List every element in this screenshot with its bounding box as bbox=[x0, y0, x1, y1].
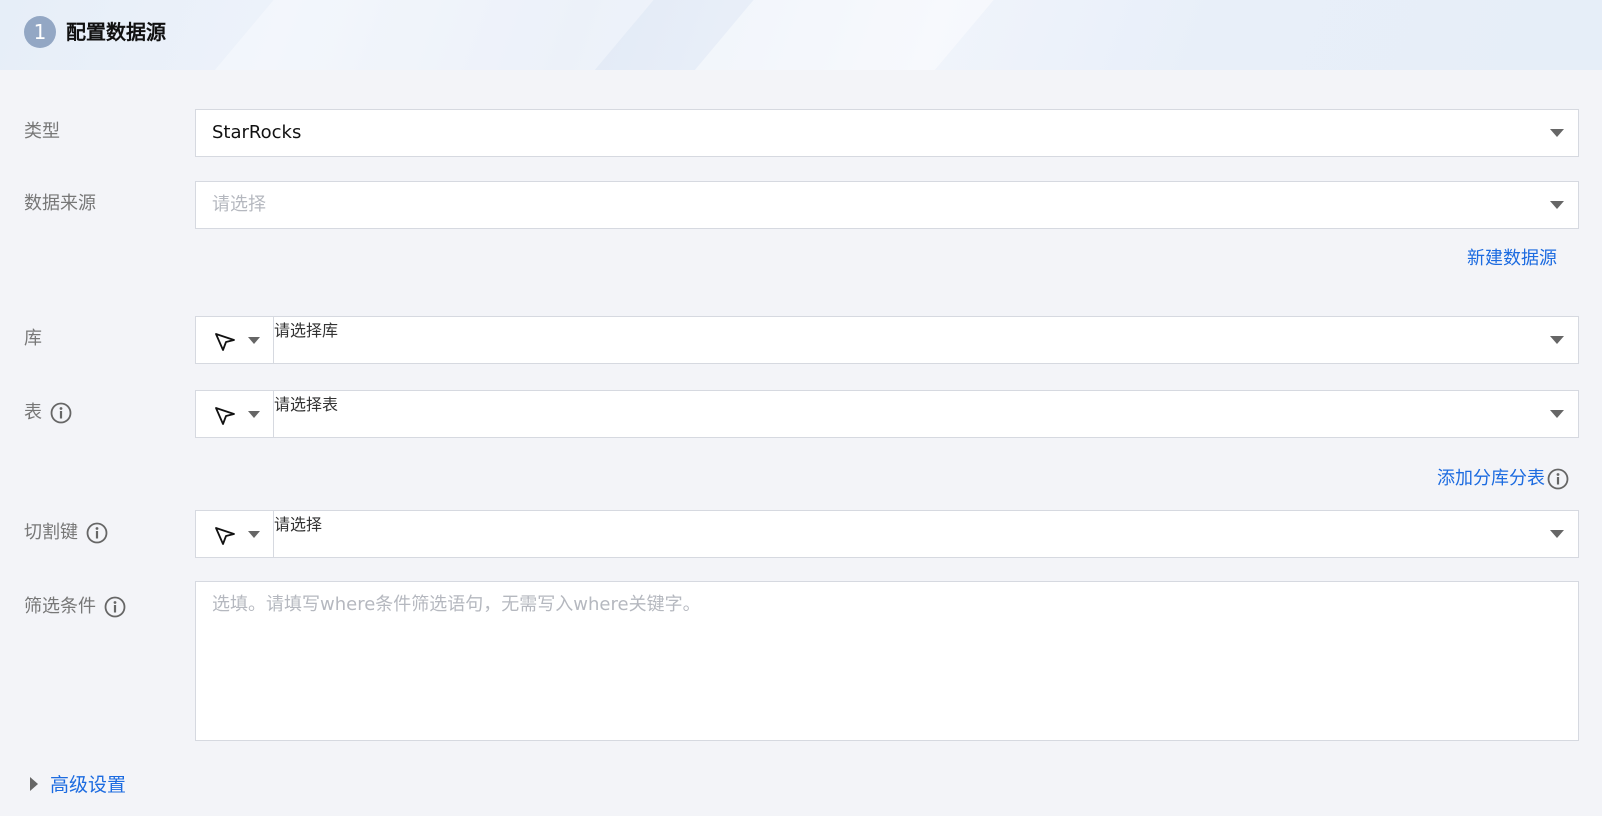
section-header: 1 配置数据源 bbox=[0, 0, 1602, 70]
table-label-text: 表 bbox=[24, 402, 42, 423]
step-number-badge: 1 bbox=[24, 16, 56, 48]
table-select[interactable]: 请选择表 bbox=[273, 390, 1579, 438]
cursor-arrow-icon bbox=[215, 333, 235, 351]
table-placeholder: 请选择表 bbox=[274, 395, 339, 414]
filter-label-text: 筛选条件 bbox=[24, 596, 96, 617]
split-key-label-text: 切割键 bbox=[24, 522, 78, 543]
datasource-placeholder: 请选择 bbox=[212, 194, 266, 215]
header-decoration bbox=[172, 0, 688, 70]
info-icon[interactable] bbox=[86, 522, 108, 544]
datasource-label-text: 数据来源 bbox=[24, 193, 96, 214]
type-select[interactable]: StarRocks bbox=[195, 109, 1579, 157]
chevron-down-icon bbox=[1550, 201, 1564, 209]
split-key-mode-select[interactable] bbox=[195, 510, 274, 558]
header-decoration bbox=[652, 0, 1028, 70]
split-key-label: 切割键 bbox=[24, 520, 108, 546]
datasource-label: 数据来源 bbox=[24, 191, 96, 217]
chevron-down-icon bbox=[248, 411, 260, 418]
chevron-right-icon bbox=[30, 776, 38, 791]
type-select-value: StarRocks bbox=[212, 122, 302, 143]
chevron-down-icon bbox=[1550, 410, 1564, 418]
info-icon[interactable] bbox=[1547, 468, 1569, 490]
add-sharding-link-text: 添加分库分表 bbox=[1437, 468, 1545, 489]
info-icon[interactable] bbox=[104, 596, 126, 618]
chevron-down-icon bbox=[1550, 336, 1564, 344]
filter-textarea[interactable]: 选填。请填写where条件筛选语句，无需写入where关键字。 bbox=[195, 581, 1579, 741]
database-placeholder: 请选择库 bbox=[274, 321, 339, 340]
chevron-down-icon bbox=[1550, 129, 1564, 137]
type-label: 类型 bbox=[24, 119, 60, 145]
add-sharding-link[interactable]: 添加分库分表 bbox=[1437, 466, 1569, 492]
split-key-placeholder: 请选择 bbox=[274, 515, 323, 534]
type-label-text: 类型 bbox=[24, 121, 60, 142]
chevron-down-icon bbox=[248, 531, 260, 538]
cursor-arrow-icon bbox=[215, 407, 235, 425]
filter-label: 筛选条件 bbox=[24, 594, 126, 620]
database-mode-select[interactable] bbox=[195, 316, 274, 364]
table-picker: 请选择表 bbox=[195, 390, 1579, 438]
new-datasource-link[interactable]: 新建数据源 bbox=[1467, 246, 1557, 272]
advanced-settings-label: 高级设置 bbox=[50, 774, 127, 796]
datasource-select[interactable]: 请选择 bbox=[195, 181, 1579, 229]
section-title: 配置数据源 bbox=[66, 20, 166, 44]
split-key-select[interactable]: 请选择 bbox=[273, 510, 1579, 558]
table-label: 表 bbox=[24, 400, 72, 426]
table-mode-select[interactable] bbox=[195, 390, 274, 438]
database-label-text: 库 bbox=[24, 328, 42, 349]
database-select[interactable]: 请选择库 bbox=[273, 316, 1579, 364]
chevron-down-icon bbox=[248, 337, 260, 344]
database-picker: 请选择库 bbox=[195, 316, 1579, 364]
split-key-picker: 请选择 bbox=[195, 510, 1579, 558]
advanced-settings-toggle[interactable]: 高级设置 bbox=[30, 770, 126, 797]
chevron-down-icon bbox=[1550, 530, 1564, 538]
filter-placeholder: 选填。请填写where条件筛选语句，无需写入where关键字。 bbox=[212, 594, 701, 615]
database-label: 库 bbox=[24, 326, 42, 352]
cursor-arrow-icon bbox=[215, 527, 235, 545]
info-icon[interactable] bbox=[50, 402, 72, 424]
